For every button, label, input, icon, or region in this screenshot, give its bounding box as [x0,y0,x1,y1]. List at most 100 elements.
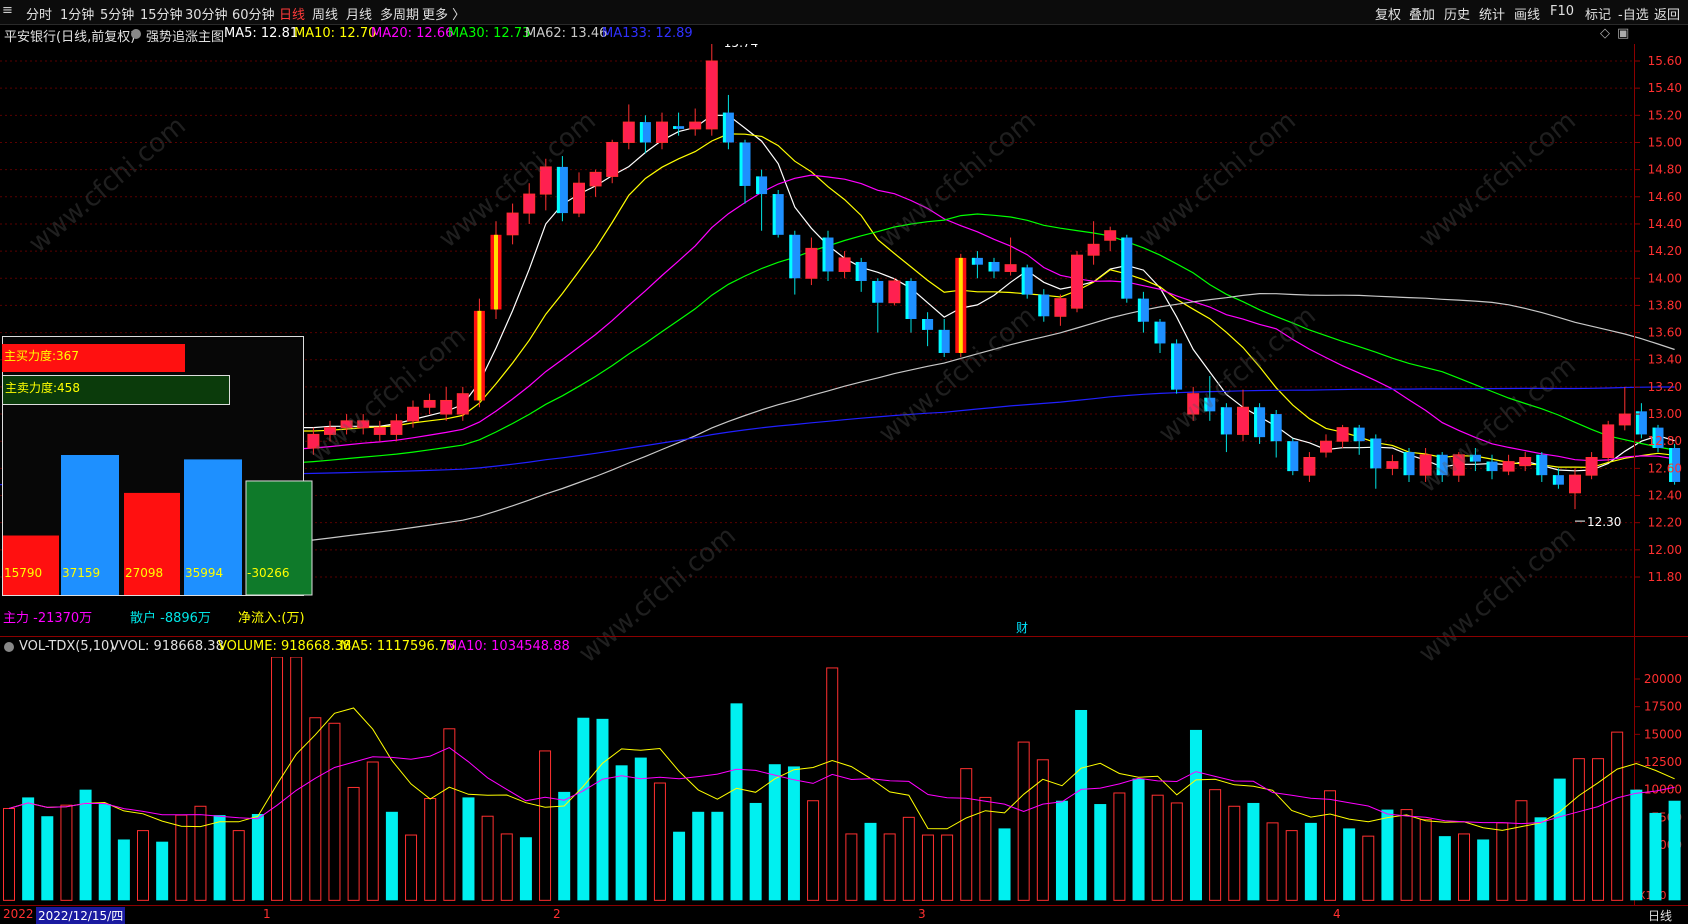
volume-bar-up [1362,835,1375,901]
ma62-value: MA62: 13.46 [525,26,608,41]
candle-body-down-edge [1154,321,1158,344]
diamond-icon[interactable]: ◇ [1600,26,1610,41]
volume-chart[interactable]: 200001750015000125001000075005000X100 [0,657,1688,905]
candle-body-down-edge [772,194,776,235]
back-button[interactable]: 返回 [1654,4,1680,23]
volume-bar-up [1266,822,1279,901]
price-tick-label: 14.00 [1648,271,1682,285]
volume-bar-down [1630,789,1643,901]
candle-body-up [1452,454,1465,476]
menu-icon[interactable]: ≡ [2,3,13,18]
volume-bar-down [1477,839,1490,901]
price-tick-label: 12.80 [1648,434,1682,448]
period-tab-monthly[interactable]: 月线 [346,4,372,23]
stats-button[interactable]: 统计 [1479,4,1505,23]
period-tab-15min[interactable]: 15分钟 [140,4,183,23]
volume-settings-icon[interactable] [4,642,14,652]
period-tab-more[interactable]: 更多 〉 [422,4,465,23]
candle-body-up [324,427,336,435]
volume-bar-up [1496,822,1509,901]
adjust-button[interactable]: 复权 [1375,4,1401,23]
candle-body-down-edge [673,126,677,129]
history-button[interactable]: 历史 [1444,4,1470,23]
candle-body-down-edge [1220,407,1224,435]
volume-bar-down [1649,812,1662,901]
period-tab-daily[interactable]: 日线 [279,4,305,23]
candle-body-down-edge [1403,452,1407,476]
main-force-flow: 主力 -21370万 [3,611,93,626]
volume-bar-up [1017,741,1030,901]
vol-indicator-name[interactable]: VOL-TDX(5,10) [19,639,114,654]
indicator-name[interactable]: 强势追涨主图 [146,26,224,45]
indicator-settings-icon[interactable] [131,29,141,39]
volume-bar-up [3,807,15,901]
period-tab-intraday[interactable]: 分时 [26,4,52,23]
month-label: 3 [918,907,926,921]
volume-bar-up [539,750,552,901]
volume-bar-down [1343,828,1356,901]
candle-body-down-edge [789,234,793,279]
candle-body-up [838,257,851,272]
volume-bar-up [500,833,513,901]
candle-body-up [1004,264,1017,272]
volume-bar-up [1151,794,1164,901]
mark-button[interactable]: 标记 [1585,4,1611,23]
candle-body-down-edge [1021,267,1025,295]
volume-bar-down [1189,729,1202,901]
candle-body-down-edge [1038,294,1042,317]
volume-bar-down [577,717,590,901]
main-indicator-bar: 平安银行(日线,前复权) 强势追涨主图 MA5: 12.81 MA10: 12.… [0,24,1630,45]
candle-body-up [539,166,552,195]
volume-bar-down [1132,778,1145,901]
volume-bar-up [1285,830,1298,901]
price-tick-label: 12.20 [1648,516,1682,530]
volume-bar-down [1438,836,1451,901]
volume-bar-down [1055,800,1068,901]
candle-body-up [1602,424,1615,459]
candle-body-down-edge [556,166,560,214]
period-tab-60min[interactable]: 60分钟 [232,4,275,23]
candle-body-up [1618,413,1631,426]
overlay-button[interactable]: 叠加 [1409,4,1435,23]
candle-body-down-edge [1270,414,1274,442]
volume-bar-down [1534,817,1547,901]
period-tab-multi[interactable]: 多周期 [380,4,419,23]
window-icon[interactable]: ▣ [1617,26,1629,41]
volume-bar-up [979,796,992,901]
volume-bar-up [1113,792,1126,901]
volume-bar-down [998,828,1011,901]
candle-body-down-edge [822,237,826,272]
volume-bar-up [1572,758,1585,901]
f10-button[interactable]: F10 [1550,4,1574,19]
volume-bar-up [366,761,379,901]
candle-body-down-edge [905,280,909,319]
vol-ma5-value: MA5: 1117596.75 [340,639,456,654]
period-tab-1min[interactable]: 1分钟 [60,4,94,23]
month-label: 4 [1333,907,1341,921]
candle-body-down-edge [1486,461,1490,472]
vol-ma5-line [8,707,1675,831]
candle-body-down-edge [1287,441,1291,472]
volume-bar-down [864,822,877,901]
period-tab-5min[interactable]: 5分钟 [100,4,134,23]
flow-bar-value: 27098 [125,566,163,580]
volume-bar-up [1170,802,1183,901]
volume-bar-down [251,814,264,901]
candle-body-down-edge [855,261,859,281]
cursor-date: 2022/12/15/四 [36,907,126,924]
volume-bar-down [79,789,92,901]
period-tab-30min[interactable]: 30分钟 [185,4,228,23]
flow-bar-value: 15790 [4,566,42,580]
period-tab-weekly[interactable]: 周线 [312,4,338,23]
candle-body-down-edge [988,261,992,272]
volume-bar-down [519,837,532,901]
volume-bar-up [1228,805,1241,901]
volume-bar-down [615,765,628,901]
candle-body-up [357,420,370,429]
candle-body-down-edge [1436,454,1440,476]
draw-line-button[interactable]: 画线 [1514,4,1540,23]
candle-body-down-edge [1370,438,1374,469]
candle-body-down-edge [971,257,975,265]
watchlist-remove-button[interactable]: -自选 [1618,4,1649,23]
volume-bar-up [137,830,150,901]
